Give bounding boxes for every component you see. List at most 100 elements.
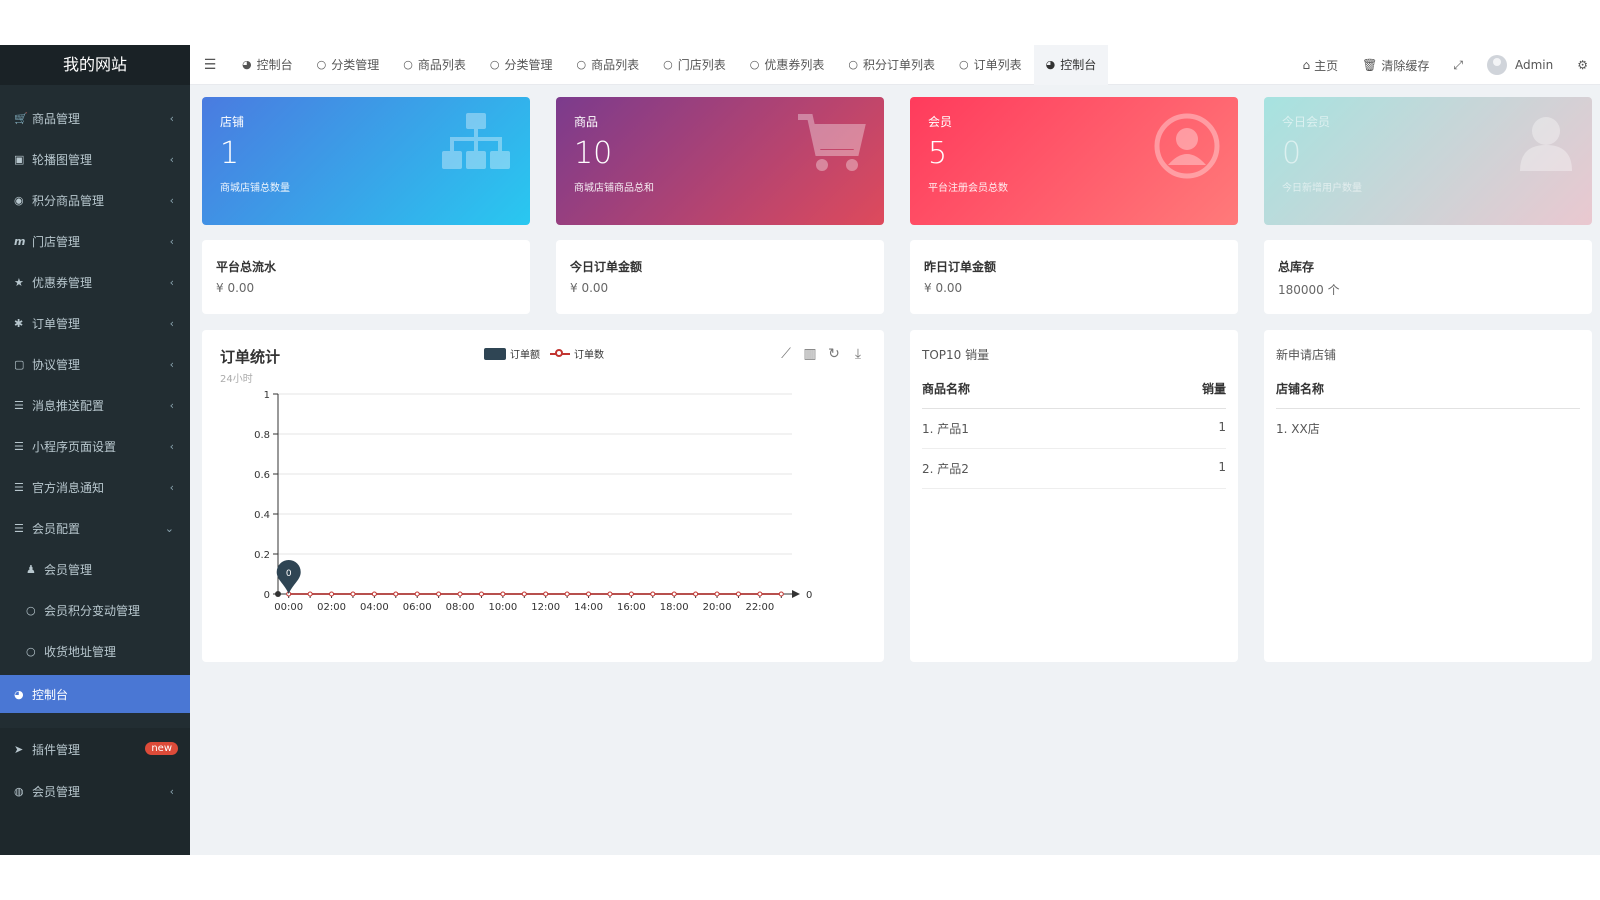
home-icon: ⌂ bbox=[1302, 58, 1311, 72]
new-badge: new bbox=[145, 742, 178, 755]
tab-label: 分类管理 bbox=[504, 58, 553, 72]
stat-card-today-members: 今日会员 0 今日新增用户数量 bbox=[1264, 97, 1592, 225]
cart-icon: 🛒 bbox=[14, 111, 28, 125]
top10-sales-panel: TOP10 销量 商品名称 销量 1. 产品1 1 2. 产品2 1 bbox=[910, 330, 1238, 662]
stat-card-members: 会员 5 平台注册会员总数 bbox=[910, 97, 1238, 225]
info-card-today-amount: 今日订单金额 ¥ 0.00 bbox=[556, 240, 884, 314]
user-icon: ♟ bbox=[26, 562, 36, 576]
star-icon: ★ bbox=[14, 275, 24, 289]
x-axis-arrow bbox=[792, 590, 800, 598]
sidebar-item-coupons[interactable]: ★ 优惠券管理 ‹ bbox=[0, 261, 190, 303]
circle-icon: ○ bbox=[576, 58, 587, 71]
admin-app: 我的网站 🛒 商品管理 ‹ ▣ 轮播图管理 ‹ ◉ 积分商品管理 ‹ m 门店管理 ‹ ★ 优惠券… bbox=[0, 45, 1600, 855]
circle-icon: ○ bbox=[26, 644, 36, 658]
data-point-order-count bbox=[778, 591, 784, 597]
tab-label: 订单列表 bbox=[973, 58, 1022, 72]
chevron-left-icon: ‹ bbox=[169, 152, 174, 166]
table-row[interactable]: 2. 产品2 1 bbox=[922, 449, 1226, 489]
sidebar-item-member-manage[interactable]: ◍ 会员管理 ‹ bbox=[0, 770, 190, 812]
chevron-left-icon: ‹ bbox=[169, 398, 174, 412]
line-chart-icon[interactable]: ⟋ bbox=[778, 346, 794, 362]
tab-label: 控制台 bbox=[256, 58, 293, 72]
circle-icon: ○ bbox=[489, 58, 500, 71]
sidebar-item-official-notices[interactable]: ☰ 官方消息通知 ‹ bbox=[0, 466, 190, 508]
download-icon[interactable]: ⤓ bbox=[850, 346, 866, 362]
gears-icon[interactable]: ⚙ bbox=[1565, 58, 1600, 72]
tab-coupon-list[interactable]: ○ 优惠券列表 bbox=[738, 45, 837, 85]
cart-icon bbox=[798, 114, 866, 171]
trash-icon: 🗑 bbox=[1362, 58, 1378, 72]
data-point-order-count bbox=[607, 591, 613, 597]
tab-orders[interactable]: ○ 订单列表 bbox=[947, 45, 1034, 85]
data-point-order-count bbox=[757, 591, 763, 597]
sidebar-item-dashboard[interactable]: ◕ 控制台 bbox=[0, 675, 190, 713]
table-row[interactable]: 1. 产品1 1 bbox=[922, 409, 1226, 449]
sidebar-item-orders[interactable]: ✱ 订单管理 ‹ bbox=[0, 302, 190, 344]
stat-desc: 平台注册会员总数 bbox=[928, 183, 1008, 194]
legend-swatch-count[interactable] bbox=[550, 348, 570, 360]
sidebar-item-push-config[interactable]: ☰ 消息推送配置 ‹ bbox=[0, 384, 190, 426]
circle-icon: ○ bbox=[959, 58, 969, 71]
bar-chart-icon[interactable]: ▥ bbox=[802, 346, 818, 362]
tab-category[interactable]: ○ 分类管理 bbox=[305, 45, 392, 85]
site-brand[interactable]: 我的网站 bbox=[0, 45, 190, 85]
col-goods-name: 商品名称 bbox=[922, 382, 971, 396]
sidebar-subitem-addresses[interactable]: ○ 收货地址管理 bbox=[0, 630, 190, 672]
circle-icon: ○ bbox=[316, 58, 327, 71]
sidebar-item-agreements[interactable]: ▢ 协议管理 ‹ bbox=[0, 343, 190, 385]
table-row[interactable]: 1. XX店 bbox=[1276, 409, 1580, 448]
legend-swatch-amount[interactable] bbox=[484, 347, 506, 360]
sidebar-item-label: 收货地址管理 bbox=[44, 644, 117, 659]
fullscreen-icon[interactable]: ⤢ bbox=[1441, 58, 1475, 73]
menu-toggle-icon[interactable]: ☰ bbox=[190, 57, 230, 73]
home-label: 主页 bbox=[1314, 58, 1339, 73]
gift-icon: ◉ bbox=[14, 193, 24, 207]
top-navbar: ☰ ◕ 控制台 ○ 分类管理 ○ 商品列表 ○ 分类管理 ○ 商品列表 ○ 门店列表 ○ 优惠… bbox=[190, 45, 1600, 85]
refresh-icon[interactable]: ↻ bbox=[826, 346, 842, 362]
sidebar-item-points-goods[interactable]: ◉ 积分商品管理 ‹ bbox=[0, 179, 190, 221]
sidebar-lower-section: ➤ 插件管理 new ◍ 会员管理 ‹ bbox=[0, 728, 190, 855]
info-title: 今日订单金额 bbox=[570, 260, 643, 274]
sidebar-item-goods[interactable]: 🛒 商品管理 ‹ bbox=[0, 97, 190, 139]
tab-dashboard-active[interactable]: ◕ 控制台 bbox=[1033, 45, 1109, 85]
row-name: 2. 产品2 bbox=[922, 462, 969, 476]
sidebar-item-plugins[interactable]: ➤ 插件管理 new bbox=[0, 728, 190, 770]
info-card-total-stock: 总库存 180000 个 bbox=[1264, 240, 1592, 314]
sidebar-item-label: 会员管理 bbox=[32, 784, 81, 799]
sidebar-item-miniprogram-pages[interactable]: ☰ 小程序页面设置 ‹ bbox=[0, 425, 190, 467]
sitemap-icon bbox=[442, 113, 510, 169]
circle-icon: ○ bbox=[663, 58, 673, 71]
y-tick-label: 0 bbox=[264, 590, 270, 601]
clear-cache-button[interactable]: 🗑 清除缓存 bbox=[1350, 57, 1441, 74]
sidebar-item-label: 门店管理 bbox=[32, 234, 81, 249]
info-value: ¥ 0.00 bbox=[216, 281, 255, 295]
data-point-order-count bbox=[735, 591, 741, 597]
tab-category-2[interactable]: ○ 分类管理 bbox=[478, 45, 565, 85]
home-link[interactable]: ⌂ 主页 bbox=[1290, 57, 1350, 74]
tab-points-orders[interactable]: ○ 积分订单列表 bbox=[836, 45, 947, 85]
tab-store-list[interactable]: ○ 门店列表 bbox=[651, 45, 738, 85]
data-point-order-count bbox=[628, 591, 634, 597]
user-menu[interactable]: Admin bbox=[1475, 55, 1565, 75]
chevron-left-icon: ‹ bbox=[169, 480, 174, 494]
tab-dashboard[interactable]: ◕ 控制台 bbox=[230, 45, 305, 85]
tab-goods-list-2[interactable]: ○ 商品列表 bbox=[565, 45, 652, 85]
sidebar-subitem-points-log[interactable]: ○ 会员积分变动管理 bbox=[0, 589, 190, 631]
sidebar-item-stores[interactable]: m 门店管理 ‹ bbox=[0, 220, 190, 262]
info-title: 总库存 bbox=[1278, 260, 1315, 274]
dashboard-icon: ◕ bbox=[14, 687, 24, 701]
sidebar-item-label: 消息推送配置 bbox=[32, 398, 105, 413]
tab-label: 分类管理 bbox=[331, 58, 380, 72]
sidebar-item-member-config[interactable]: ☰ 会员配置 ⌄ bbox=[0, 507, 190, 549]
top10-header: 商品名称 销量 bbox=[922, 369, 1226, 409]
legend-label-amount[interactable]: 订单额 bbox=[510, 346, 540, 361]
legend-label-count[interactable]: 订单数 bbox=[574, 346, 604, 361]
x-tick-label: 10:00 bbox=[488, 602, 517, 613]
chart-toolbox: ⟋ ▥ ↻ ⤓ bbox=[778, 346, 866, 362]
info-title: 昨日订单金额 bbox=[924, 260, 997, 274]
y-tick-label: 1 bbox=[264, 390, 270, 401]
sidebar-item-banner[interactable]: ▣ 轮播图管理 ‹ bbox=[0, 138, 190, 180]
list-icon: ☰ bbox=[14, 439, 24, 453]
tab-goods-list[interactable]: ○ 商品列表 bbox=[391, 45, 478, 85]
sidebar-subitem-members[interactable]: ♟ 会员管理 bbox=[0, 548, 190, 590]
